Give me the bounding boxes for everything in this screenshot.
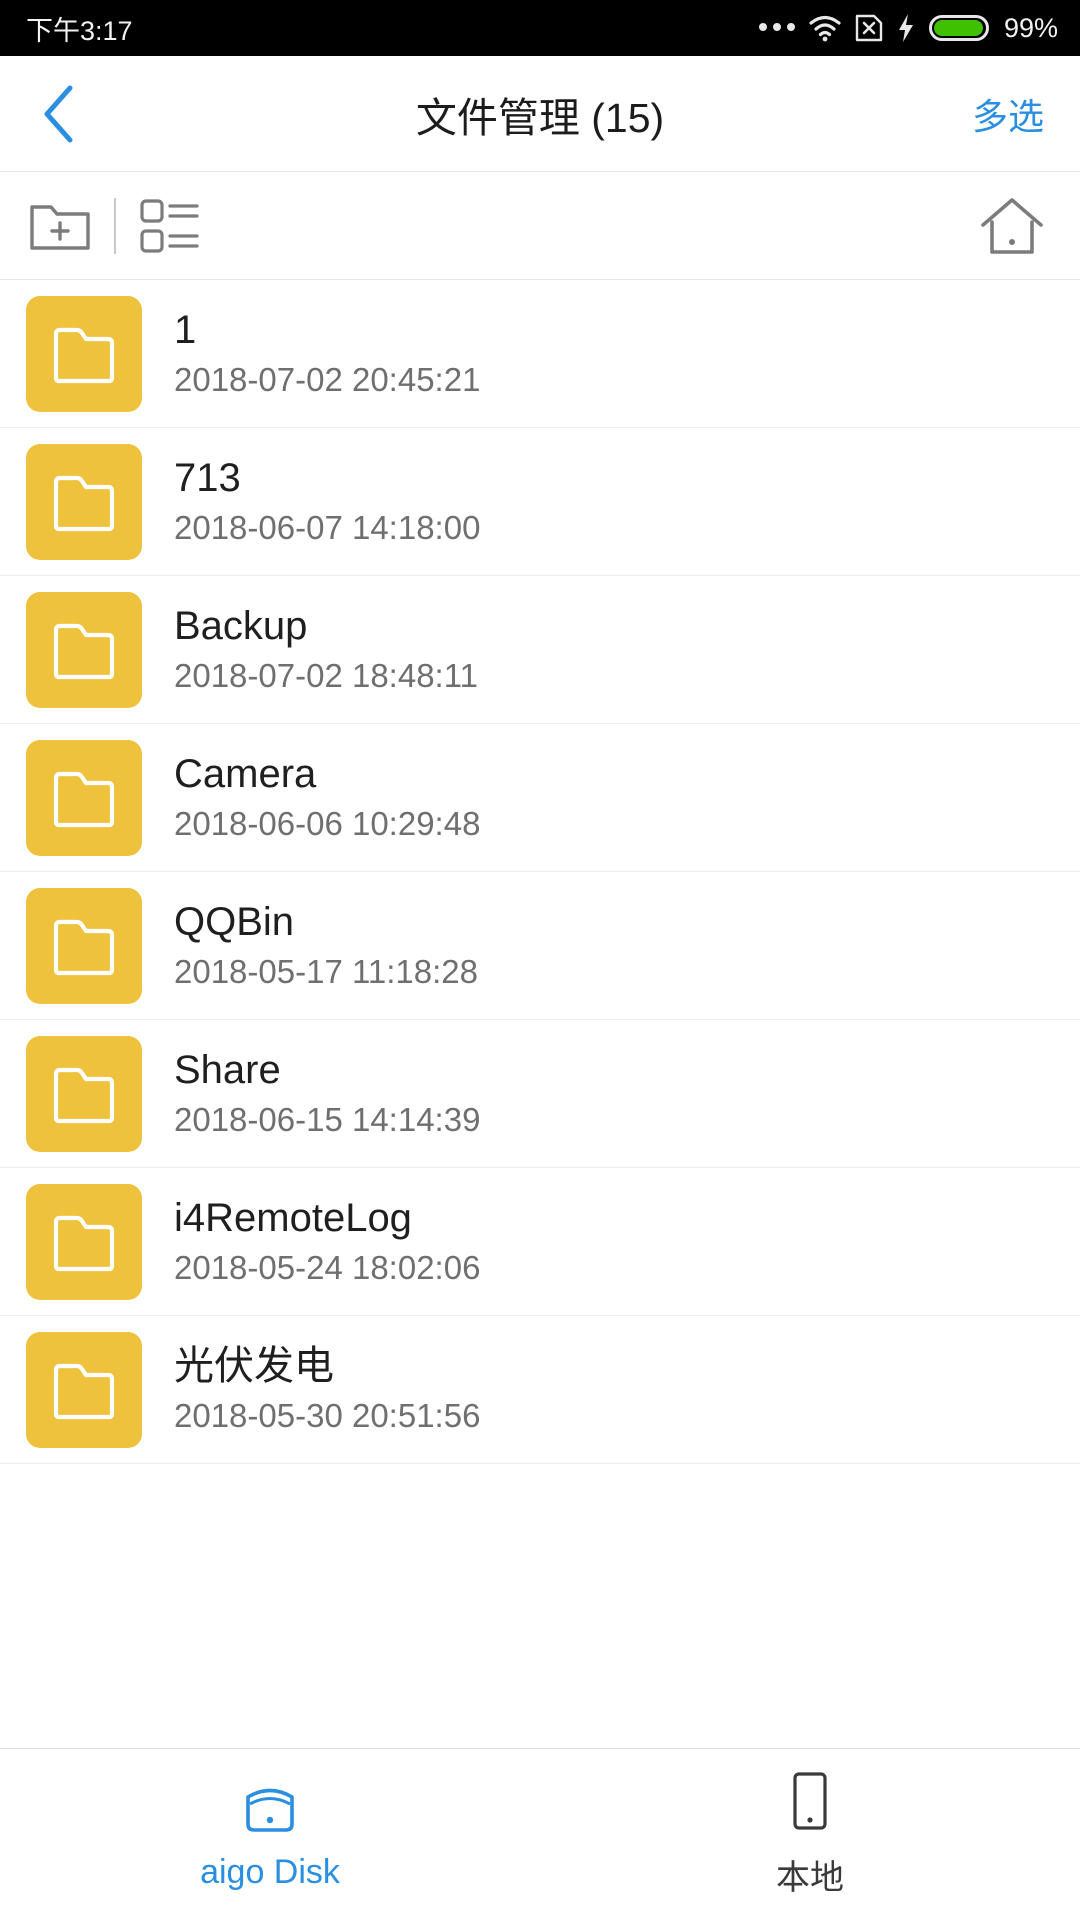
folder-thumbnail xyxy=(26,591,142,708)
row-text: Share 2018-06-15 14:14:39 xyxy=(174,1049,480,1138)
file-name: Share xyxy=(174,1048,281,1093)
chevron-left-icon xyxy=(44,85,73,142)
folder-thumbnail xyxy=(26,295,142,412)
folder-thumbnail xyxy=(26,1183,142,1300)
toolbar-left-group xyxy=(22,183,208,269)
folder-icon xyxy=(53,1363,115,1419)
row-text: 713 2018-06-07 14:18:00 xyxy=(174,457,480,546)
folder-thumbnail xyxy=(26,887,142,1004)
row-text: i4RemoteLog 2018-05-24 18:02:06 xyxy=(174,1197,480,1286)
new-folder-icon xyxy=(30,204,90,250)
row-text: Camera 2018-06-06 10:29:48 xyxy=(174,753,480,842)
folder-icon xyxy=(53,919,115,975)
table-row[interactable]: i4RemoteLog 2018-05-24 18:02:06 xyxy=(0,1168,1080,1316)
table-row[interactable]: Share 2018-06-15 14:14:39 xyxy=(0,1020,1080,1168)
file-date: 2018-07-02 18:48:11 xyxy=(174,657,478,695)
table-row[interactable]: 1 2018-07-02 20:45:21 xyxy=(0,280,1080,428)
folder-thumbnail xyxy=(26,1035,142,1152)
folder-thumbnail xyxy=(26,1331,142,1448)
table-row[interactable]: Backup 2018-07-02 18:48:11 xyxy=(0,576,1080,724)
folder-thumbnail xyxy=(26,739,142,856)
status-bar: 下午3:17 99% xyxy=(0,0,1080,56)
status-icons: 99% xyxy=(758,12,1058,44)
file-date: 2018-05-17 11:18:28 xyxy=(174,953,478,991)
file-date: 2018-07-02 20:45:21 xyxy=(174,361,481,399)
table-row[interactable]: Camera 2018-06-06 10:29:48 xyxy=(0,724,1080,872)
toolbar-divider xyxy=(114,197,116,254)
battery-icon xyxy=(928,15,989,41)
back-button[interactable] xyxy=(0,56,120,172)
folder-icon xyxy=(53,475,115,531)
file-date: 2018-05-30 20:51:56 xyxy=(174,1397,481,1435)
file-name: 光伏发电 xyxy=(174,1344,334,1389)
folder-icon xyxy=(53,327,115,383)
list-view-icon xyxy=(140,198,199,253)
table-row[interactable]: 713 2018-06-07 14:18:00 xyxy=(0,428,1080,576)
file-date: 2018-05-24 18:02:06 xyxy=(174,1249,481,1287)
toolbar-right-group xyxy=(974,183,1050,269)
home-button[interactable] xyxy=(974,183,1050,269)
list-view-button[interactable] xyxy=(132,183,208,269)
folder-icon xyxy=(53,1067,115,1123)
file-date: 2018-06-06 10:29:48 xyxy=(174,805,481,843)
row-text: QQBin 2018-05-17 11:18:28 xyxy=(174,901,478,990)
phone-icon xyxy=(793,1772,827,1830)
file-name: QQBin xyxy=(174,900,295,945)
file-name: 1 xyxy=(174,308,197,353)
nav-label-aigo-disk: aigo Disk xyxy=(200,1853,340,1891)
folder-icon xyxy=(53,623,115,679)
external-disk-icon xyxy=(246,1788,294,1832)
new-folder-button[interactable] xyxy=(22,183,98,269)
home-icon xyxy=(981,197,1043,254)
folder-thumbnail xyxy=(26,443,142,560)
table-row[interactable]: 光伏发电 2018-05-30 20:51:56 xyxy=(0,1316,1080,1464)
file-name: i4RemoteLog xyxy=(174,1196,412,1241)
nav-item-local[interactable]: 本地 xyxy=(540,1749,1080,1920)
row-text: Backup 2018-07-02 18:48:11 xyxy=(174,605,478,694)
file-manager-screen: 下午3:17 99% 文件管理 (15) 多选 1 2018-07-02 20:… xyxy=(0,0,1080,1920)
charging-bolt-icon xyxy=(898,14,913,42)
file-toolbar xyxy=(0,172,1080,280)
file-name: 713 xyxy=(174,456,241,501)
nav-label-local: 本地 xyxy=(776,1859,844,1897)
folder-icon xyxy=(53,771,115,827)
row-text: 光伏发电 2018-05-30 20:51:56 xyxy=(174,1345,480,1434)
no-sim-icon xyxy=(855,14,883,42)
page-title: 文件管理 (15) xyxy=(415,94,665,141)
status-clock: 下午3:17 xyxy=(26,15,133,46)
battery-percent-label: 99% xyxy=(1003,12,1058,43)
app-header: 文件管理 (15) 多选 xyxy=(0,56,1080,172)
table-row[interactable]: QQBin 2018-05-17 11:18:28 xyxy=(0,872,1080,1020)
bottom-nav: aigo Disk 本地 xyxy=(0,1748,1080,1920)
row-text: 1 2018-07-02 20:45:21 xyxy=(174,309,480,398)
folder-icon xyxy=(53,1215,115,1271)
more-dots-icon xyxy=(758,22,795,34)
file-name: Backup xyxy=(174,604,308,649)
nav-item-aigo-disk[interactable]: aigo Disk xyxy=(0,1749,540,1920)
multi-select-button[interactable]: 多选 xyxy=(972,88,1044,140)
file-date: 2018-06-15 14:14:39 xyxy=(174,1101,481,1139)
file-list[interactable]: 1 2018-07-02 20:45:21 713 2018-06-07 14:18:… xyxy=(0,280,1080,1748)
file-date: 2018-06-07 14:18:00 xyxy=(174,509,481,547)
wifi-icon xyxy=(809,15,841,42)
file-name: Camera xyxy=(174,752,317,797)
